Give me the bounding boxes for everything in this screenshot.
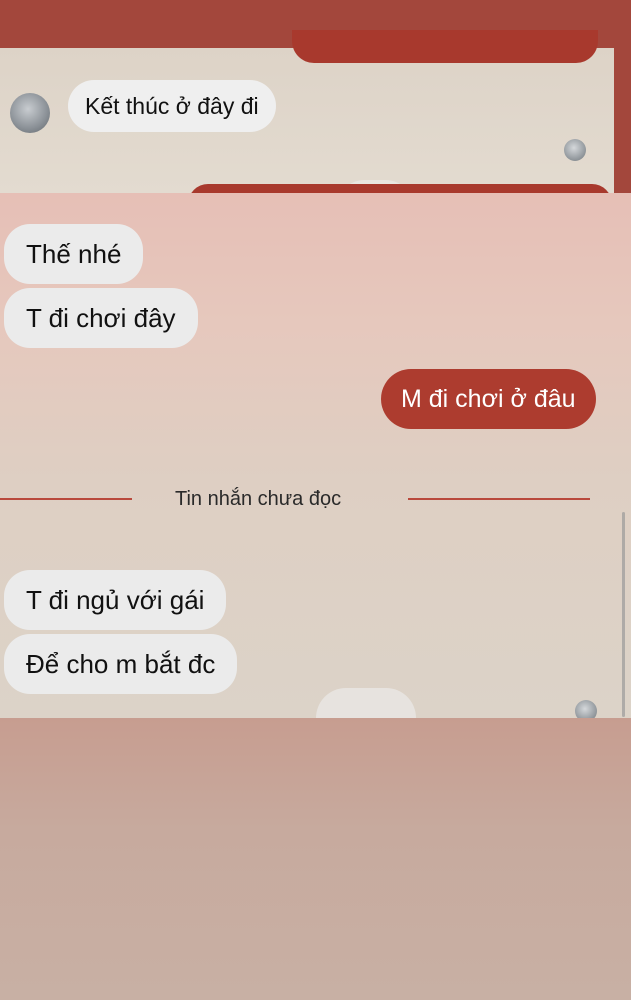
incoming-message-bubble: Thế nhé <box>4 224 144 284</box>
outgoing-message-bubble: M đi chơi ở đâu <box>381 369 596 429</box>
incoming-message-bubble: T đi ngủ với gái <box>4 570 227 630</box>
empty-background-area <box>0 718 631 1000</box>
avatar-peek <box>316 688 416 718</box>
user-avatar-icon[interactable] <box>10 93 50 133</box>
incoming-message-bubble: T đi chơi đây <box>4 288 198 348</box>
scrollbar[interactable] <box>622 512 625 717</box>
seen-avatar-icon <box>564 139 586 161</box>
incoming-message-bubble: Để cho m bắt đc <box>4 634 238 694</box>
unread-divider-label: Tin nhắn chưa đọc <box>175 488 342 510</box>
outgoing-bubble-cropped-top <box>292 30 598 63</box>
unread-divider-line-left <box>0 498 132 500</box>
unread-divider-line-right <box>408 498 590 500</box>
screenshot-edge <box>614 48 631 193</box>
incoming-message-bubble: Kết thúc ở đây đi <box>68 80 276 132</box>
